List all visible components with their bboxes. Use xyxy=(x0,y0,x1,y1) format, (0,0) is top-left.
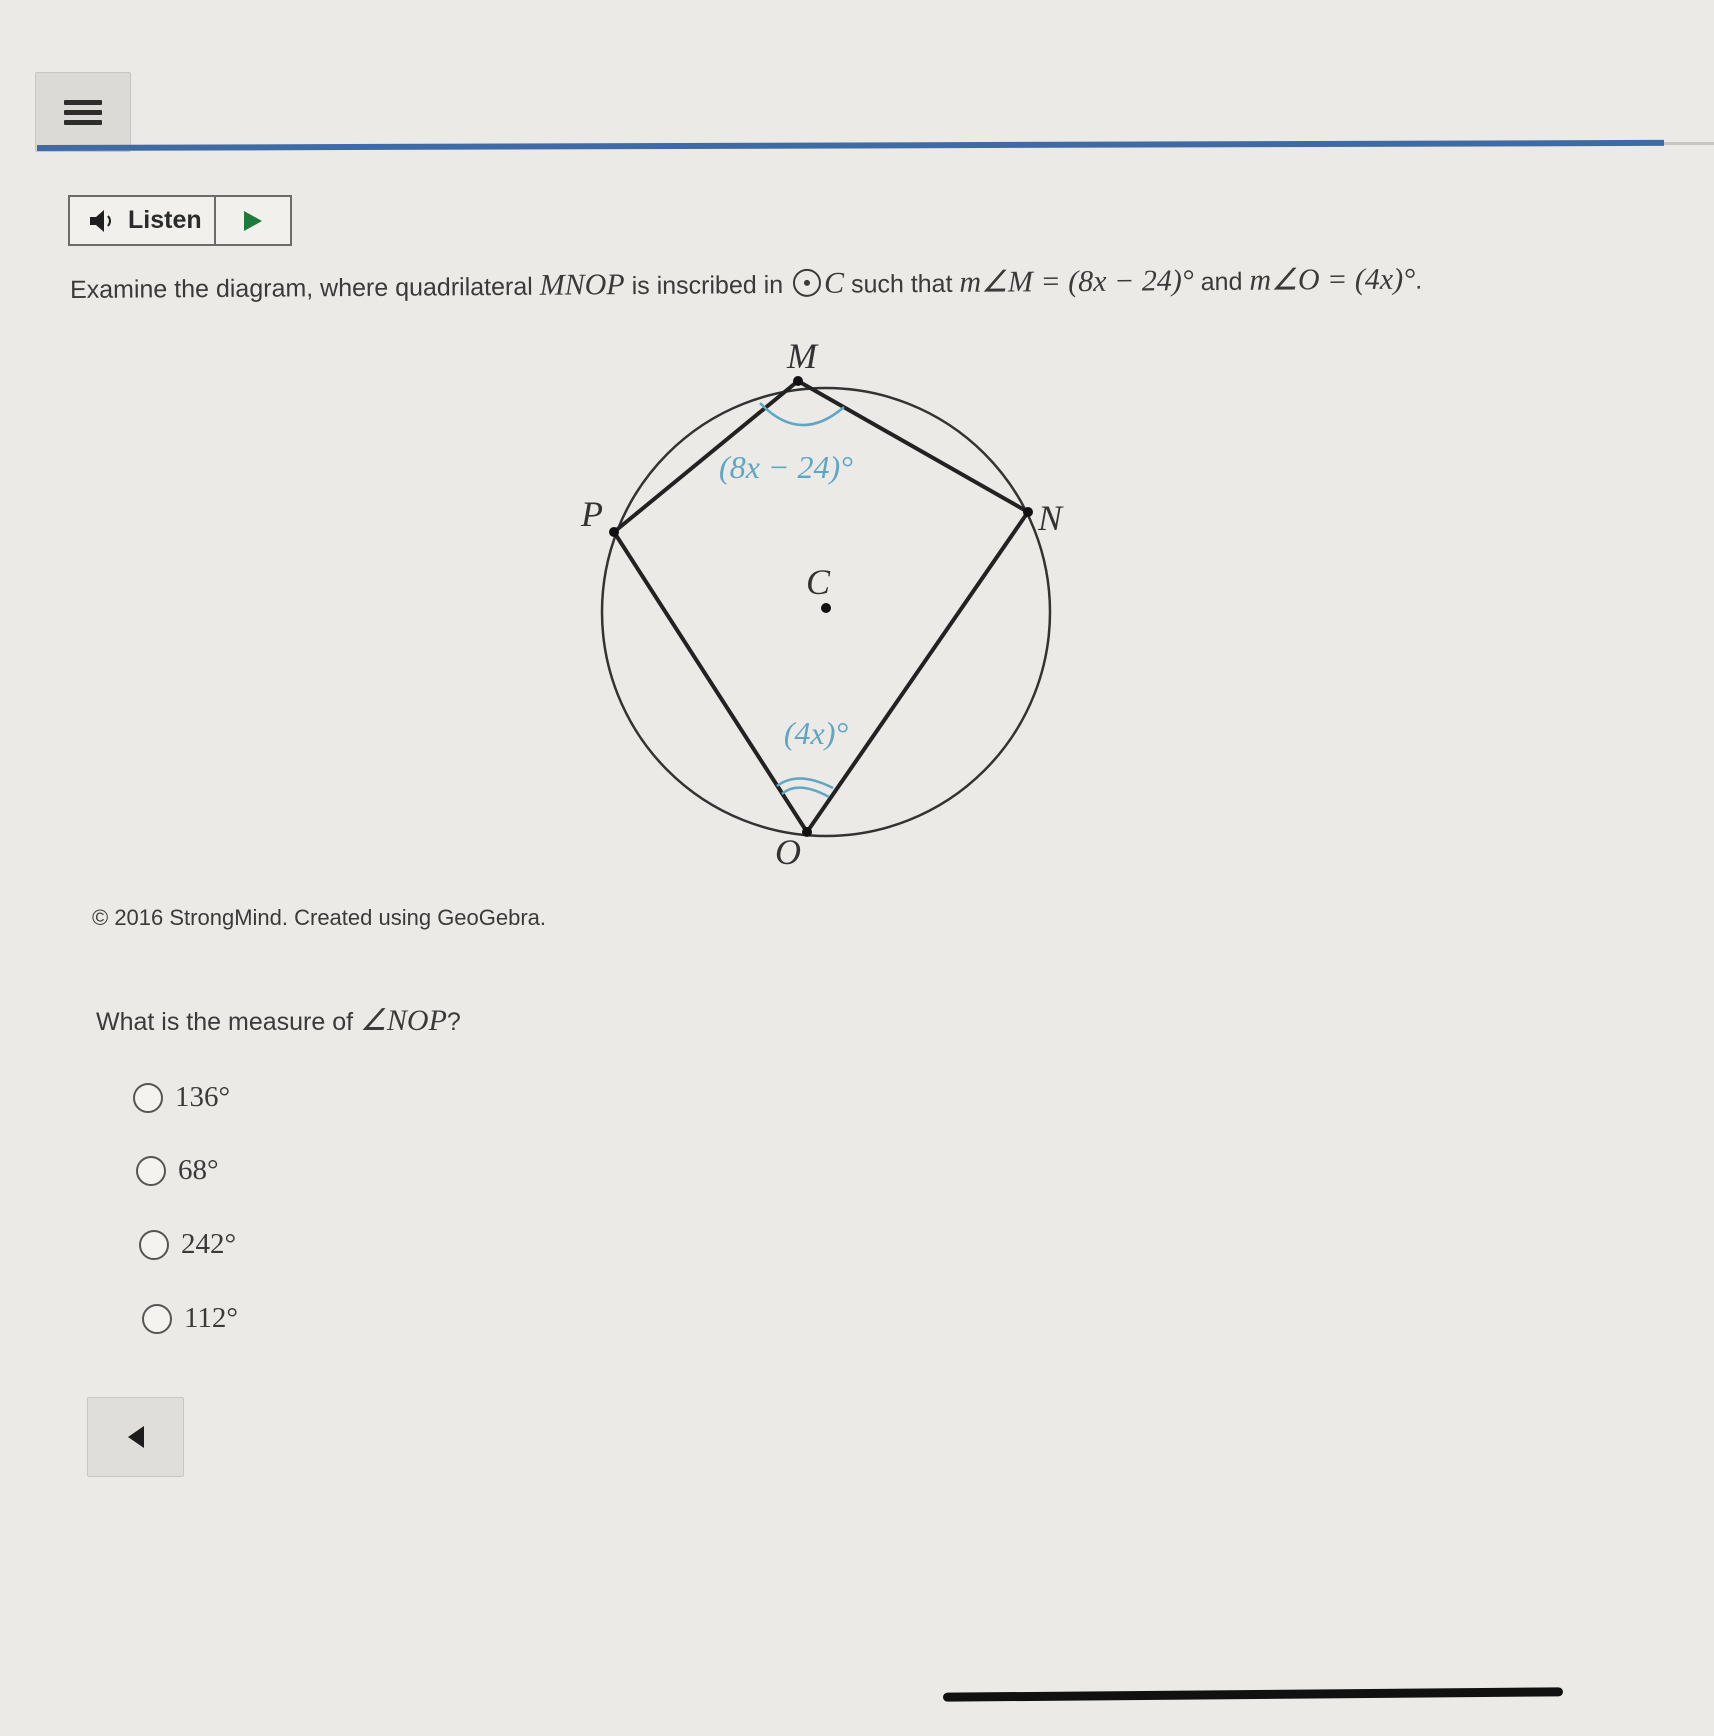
point-n xyxy=(1023,507,1033,517)
option-label: 136° xyxy=(175,1081,231,1113)
option-label: 112° xyxy=(184,1302,239,1334)
back-button[interactable] xyxy=(87,1397,184,1477)
listen-label: Listen xyxy=(128,206,202,234)
left-arrow-icon xyxy=(127,1426,144,1448)
point-o xyxy=(802,827,812,837)
radio-button-icon[interactable] xyxy=(136,1155,166,1186)
header-divider xyxy=(36,139,1665,151)
option-label: 68° xyxy=(178,1154,219,1186)
angle-m-arc xyxy=(759,402,845,427)
copyright-text: © 2016 StrongMind. Created using GeoGebr… xyxy=(92,905,547,930)
geometry-diagram: M N O P C (8x − 24)° (4x)° xyxy=(580,336,1064,872)
option-label: 242° xyxy=(181,1228,237,1260)
radio-button-icon[interactable] xyxy=(139,1229,169,1260)
question-prompt: Examine the diagram, where quadrilateral… xyxy=(69,262,1423,304)
listen-button[interactable]: Listen xyxy=(70,197,216,244)
radio-button-icon[interactable] xyxy=(142,1303,172,1334)
header-divider-end xyxy=(1664,142,1714,145)
answer-option-68[interactable]: 68° xyxy=(136,1154,219,1187)
circle-dot-icon xyxy=(792,268,822,297)
answer-option-112[interactable]: 112° xyxy=(142,1302,238,1335)
answer-option-242[interactable]: 242° xyxy=(139,1228,236,1261)
play-icon xyxy=(243,210,262,231)
angle-o-arc-1 xyxy=(781,786,830,799)
point-p xyxy=(609,527,619,537)
home-indicator xyxy=(942,1687,1564,1702)
menu-button[interactable] xyxy=(35,72,131,152)
angle-o-arc-2 xyxy=(776,777,834,790)
listen-widget: Listen xyxy=(68,195,292,246)
play-button[interactable] xyxy=(216,197,290,244)
label-n: N xyxy=(1037,498,1064,538)
answer-option-136[interactable]: 136° xyxy=(133,1081,230,1114)
label-o: O xyxy=(775,832,801,872)
point-m xyxy=(793,376,803,386)
hamburger-menu-icon xyxy=(64,95,102,130)
speaker-icon xyxy=(90,209,111,232)
angle-o-label: (4x)° xyxy=(784,715,849,751)
radio-button-icon[interactable] xyxy=(133,1082,163,1113)
label-p: P xyxy=(580,494,603,534)
point-c xyxy=(821,603,831,613)
question-text: What is the measure of ∠NOP? xyxy=(96,1004,461,1037)
label-c: C xyxy=(806,562,831,602)
label-m: M xyxy=(786,336,819,376)
angle-m-label: (8x − 24)° xyxy=(719,449,853,485)
